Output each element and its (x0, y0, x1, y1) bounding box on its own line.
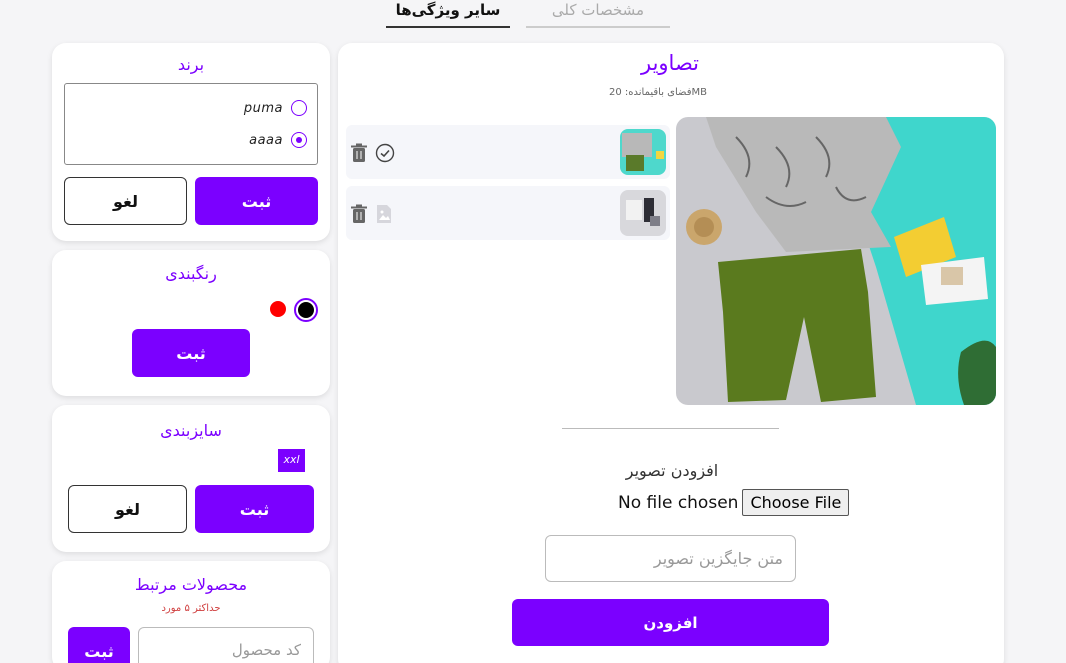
sizes-card: سایزبندی xxl لغو ثبت (52, 405, 330, 552)
page-root: سایر ویژگی‌ها مشخصات کلی برند puma aaaa … (0, 0, 1066, 663)
check-circle-icon[interactable] (375, 143, 395, 163)
sizes-card-title: سایزبندی (160, 421, 222, 440)
colors-submit-button[interactable]: ثبت (132, 329, 250, 377)
brand-options-list: puma aaaa (64, 83, 318, 165)
file-input-line: No file chosen Choose File (618, 489, 850, 516)
alt-text-input[interactable] (545, 535, 796, 582)
sizes-cancel-button[interactable]: لغو (68, 485, 187, 533)
color-swatch-fill (298, 302, 314, 318)
brand-card: برند puma aaaa لغو ثبت (52, 43, 330, 241)
related-products-card: محصولات مرتبط حداکثر ۵ مورد ثبت (52, 561, 330, 663)
size-chip-xxl[interactable]: xxl (278, 449, 305, 472)
section-divider (562, 428, 779, 429)
related-submit-button[interactable]: ثبت (68, 627, 130, 663)
trash-icon[interactable] (350, 204, 370, 224)
colors-card-title: رنگبندی (165, 264, 217, 283)
choose-file-button[interactable]: Choose File (742, 489, 850, 516)
images-panel-title: تصاویر (640, 51, 700, 75)
brand-cancel-button[interactable]: لغو (64, 177, 187, 225)
space-remaining-note: فضای باقیمانده: 20MB (608, 87, 707, 98)
brand-submit-button[interactable]: ثبت (195, 177, 318, 225)
color-swatch-red[interactable] (270, 301, 286, 317)
brand-option-label: puma (243, 100, 283, 116)
add-image-label: افزودن تصویر (625, 461, 719, 480)
brand-option-label: aaaa (249, 132, 283, 148)
tab-general-specs[interactable]: مشخصات کلی (526, 0, 670, 28)
brand-card-title: برند (177, 55, 205, 74)
image-list-item (346, 125, 670, 179)
image-placeholder-icon (375, 204, 395, 224)
related-limit-note: حداکثر ۵ مورد (161, 603, 221, 614)
image-preview (676, 117, 996, 405)
sizes-submit-button[interactable]: ثبت (195, 485, 314, 533)
image-thumbnail[interactable] (620, 129, 666, 175)
brand-option-puma[interactable]: puma (244, 98, 307, 118)
image-list-item (346, 186, 670, 240)
product-code-input[interactable] (138, 627, 314, 663)
color-swatch-black[interactable] (294, 298, 318, 322)
file-status-text: No file chosen (618, 492, 739, 513)
tab-bar: سایر ویژگی‌ها مشخصات کلی (386, 0, 670, 28)
image-thumbnail[interactable] (620, 190, 666, 236)
colors-card: رنگبندی ثبت (52, 250, 330, 396)
brand-option-aaaa[interactable]: aaaa (249, 130, 307, 150)
related-products-title: محصولات مرتبط (134, 575, 248, 594)
images-panel: تصاویر فضای باقیمانده: 20MB افزودن تصویر… (338, 43, 1004, 663)
radio-button-checked[interactable] (291, 132, 307, 148)
radio-button[interactable] (291, 100, 307, 116)
tab-other-features[interactable]: سایر ویژگی‌ها (386, 0, 510, 28)
add-image-button[interactable]: افزودن (512, 599, 829, 646)
trash-icon[interactable] (350, 143, 370, 163)
